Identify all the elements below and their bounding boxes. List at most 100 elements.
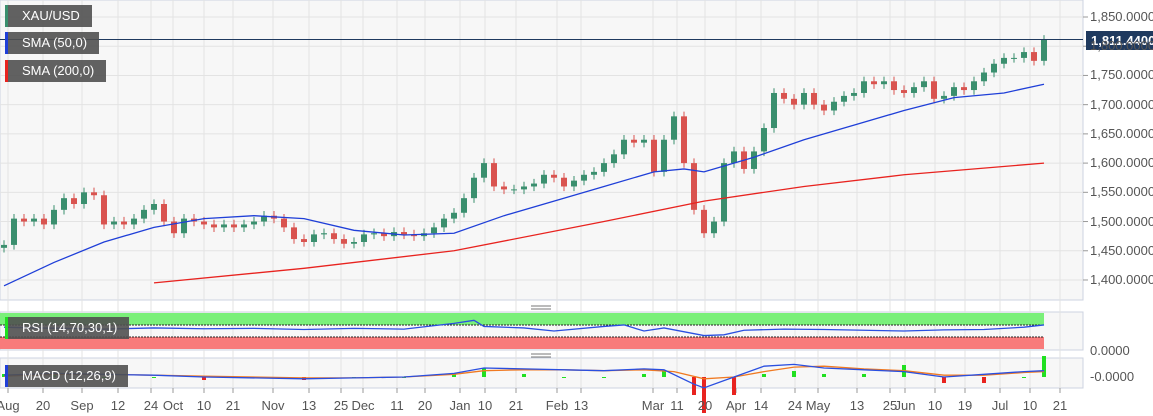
macd-histogram-bar xyxy=(762,374,766,377)
x-tick-label: Feb xyxy=(545,398,569,413)
candle-body xyxy=(711,221,717,234)
x-tick-label: 21 xyxy=(1052,398,1068,413)
macd-histogram-bar xyxy=(482,368,486,377)
rsi-overbought-zone xyxy=(0,313,1044,325)
candle-body xyxy=(11,218,17,245)
candle-body xyxy=(681,116,687,164)
candle-body xyxy=(981,72,987,82)
y-tick-label: 1,750.0000 xyxy=(1090,67,1153,83)
candle-body xyxy=(481,163,487,178)
legend-symbol[interactable]: XAU/USD xyxy=(5,5,92,27)
candle-body xyxy=(361,234,367,242)
candle-body xyxy=(721,163,727,222)
x-tick-label: Sep xyxy=(70,398,94,413)
x-tick-label: 10 xyxy=(927,398,943,413)
y-tick-label: 1,500.0000 xyxy=(1090,213,1153,229)
macd-histogram-bar xyxy=(152,377,156,378)
candle-body xyxy=(701,209,707,234)
candle-body xyxy=(571,180,577,187)
x-tick-label: 25 xyxy=(333,398,349,413)
x-tick-label: 10 xyxy=(1022,398,1038,413)
candle-body xyxy=(611,154,617,164)
candle-body xyxy=(111,221,117,225)
chart-canvas xyxy=(0,0,1088,413)
candle-body xyxy=(371,233,377,235)
x-tick-label: Apr xyxy=(725,398,747,413)
rsi-oversold-zone xyxy=(0,337,1044,349)
price-panel xyxy=(0,0,1084,301)
macd-histogram-bar xyxy=(562,377,566,378)
x-tick-label: 13 xyxy=(301,398,317,413)
candle-body xyxy=(631,139,637,143)
x-tick-label: 20 xyxy=(697,398,713,413)
candle-body xyxy=(71,198,77,205)
candle-body xyxy=(251,221,257,225)
candle-body xyxy=(581,174,587,181)
candle-body xyxy=(91,192,97,196)
candle-body xyxy=(351,241,357,244)
macd-histogram-bar xyxy=(732,377,736,395)
x-tick-label: 14 xyxy=(753,398,769,413)
candle-body xyxy=(241,224,247,228)
legend-rsi[interactable]: RSI (14,70,30,1) xyxy=(5,317,130,339)
candle-body xyxy=(871,81,877,85)
candle-body xyxy=(881,81,887,85)
x-tick-label: 11 xyxy=(390,398,404,413)
candle-body xyxy=(151,204,157,210)
candle-body xyxy=(281,218,287,228)
candle-body xyxy=(21,218,27,222)
x-tick-label: 11 xyxy=(670,398,684,413)
macd-histogram-bar xyxy=(602,377,606,378)
rsi-axis-label: 0.0000 xyxy=(1090,343,1130,358)
candle-body xyxy=(921,81,927,88)
macd-histogram-bar xyxy=(942,377,946,383)
candle-body xyxy=(761,128,767,152)
legend-macd[interactable]: MACD (12,26,9) xyxy=(5,365,128,387)
candle-body xyxy=(221,224,227,228)
candle-body xyxy=(101,195,107,225)
candle-body xyxy=(851,92,857,96)
candle-body xyxy=(451,212,457,219)
candle-body xyxy=(231,224,237,228)
candle-body xyxy=(731,151,737,164)
x-tick-label: Nov xyxy=(261,398,285,413)
candle-body xyxy=(501,186,507,190)
candle-body xyxy=(471,177,477,199)
x-tick-label: 10 xyxy=(196,398,212,413)
candle-body xyxy=(31,218,37,222)
candle-body xyxy=(1031,52,1037,61)
candle-body xyxy=(641,139,647,143)
candle-body xyxy=(841,95,847,102)
macd-histogram-bar xyxy=(822,374,826,377)
macd-histogram-bar xyxy=(662,371,666,377)
x-tick-label: 20 xyxy=(35,398,51,413)
candle-body xyxy=(831,101,837,111)
candle-body xyxy=(551,174,557,178)
y-tick-label: 1,400.0000 xyxy=(1090,271,1153,287)
candle-body xyxy=(491,163,497,187)
macd-histogram-bar xyxy=(862,374,866,377)
candle-body xyxy=(81,192,87,205)
legend-sma200[interactable]: SMA (200,0) xyxy=(5,60,107,82)
y-tick-label: 1,450.0000 xyxy=(1090,242,1153,258)
candle-body xyxy=(651,139,657,172)
macd-histogram-bar xyxy=(982,377,986,383)
candle-body xyxy=(951,87,957,96)
candle-body xyxy=(911,87,917,93)
x-tick-label: Aug xyxy=(0,398,20,413)
x-tick-label: Mar xyxy=(641,398,665,413)
candle-body xyxy=(331,233,337,240)
chart-widget: XAU/USD SMA (50,0) SMA (200,0) RSI (14,7… xyxy=(0,0,1153,416)
candle-body xyxy=(1011,57,1017,59)
legend-sma50[interactable]: SMA (50,0) xyxy=(5,32,100,54)
candle-body xyxy=(621,139,627,155)
candle-body xyxy=(431,227,437,234)
y-tick-label: 1,600.0000 xyxy=(1090,155,1153,171)
candle-body xyxy=(461,198,467,213)
candle-body xyxy=(601,163,607,172)
candle-body xyxy=(161,204,167,222)
candle-body xyxy=(41,218,47,225)
candle-body xyxy=(341,239,347,244)
macd-histogram-bar xyxy=(642,374,646,377)
x-tick-label: Oct xyxy=(162,398,184,413)
